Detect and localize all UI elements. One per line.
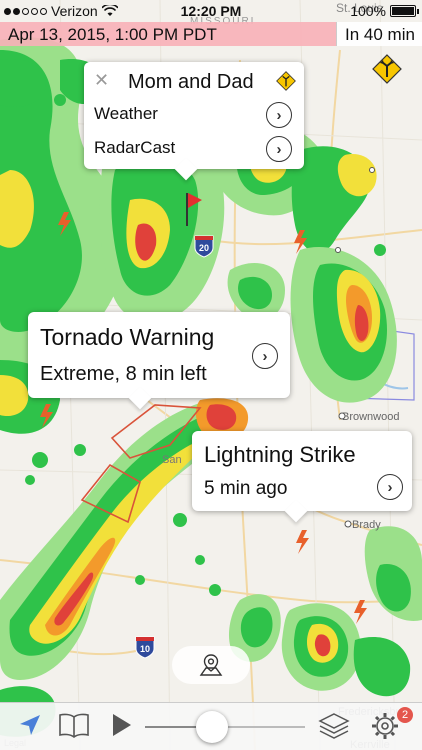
lightning-strike-subtitle: 5 min ago bbox=[204, 478, 288, 499]
location-arrow-icon[interactable] bbox=[16, 711, 44, 739]
status-bar: Verizon 12:20 PM 100% bbox=[0, 0, 422, 22]
map-label-brownwood: Brownwood bbox=[342, 411, 399, 423]
radarcast-link[interactable]: RadarCast bbox=[94, 138, 175, 158]
locate-button[interactable] bbox=[172, 646, 250, 684]
layers-icon[interactable] bbox=[318, 711, 350, 741]
play-icon[interactable] bbox=[110, 711, 134, 739]
shield-label-i10: 10 bbox=[140, 644, 150, 654]
lightning-strike-callout[interactable]: Lightning Strike 5 min ago › bbox=[192, 431, 412, 523]
map-label-san: San bbox=[162, 454, 182, 466]
location-callout[interactable]: ✕ Mom and Dad Weather › RadarCast › bbox=[84, 62, 304, 181]
gear-icon[interactable] bbox=[370, 711, 400, 741]
map-label-brady: Brady bbox=[352, 519, 381, 531]
chevron-right-icon[interactable]: › bbox=[266, 102, 292, 128]
close-icon[interactable]: ✕ bbox=[94, 70, 109, 91]
weather-link[interactable]: Weather bbox=[94, 104, 158, 124]
chevron-right-icon[interactable]: › bbox=[266, 136, 292, 162]
battery-percent: 100% bbox=[350, 3, 386, 19]
forecast-time-strip: Apr 13, 2015, 1:00 PM PDT In 40 min bbox=[0, 22, 422, 46]
highway-shield-i20: 20 bbox=[194, 235, 214, 258]
lightning-strike-title: Lightning Strike bbox=[204, 442, 356, 467]
book-icon[interactable] bbox=[58, 711, 90, 739]
forecast-relative-time: In 40 min bbox=[336, 22, 422, 46]
notification-badge: 2 bbox=[397, 707, 413, 723]
merge-road-sign-icon bbox=[276, 71, 296, 91]
battery-icon bbox=[390, 5, 419, 17]
tornado-warning-subtitle: Extreme, 8 min left bbox=[40, 363, 207, 385]
tornado-warning-callout[interactable]: Tornado Warning Extreme, 8 min left › bbox=[28, 312, 290, 410]
shield-label-i20: 20 bbox=[199, 243, 209, 253]
chevron-right-icon[interactable]: › bbox=[377, 474, 403, 500]
bottom-toolbar bbox=[0, 702, 422, 750]
location-title: Mom and Dad bbox=[128, 71, 254, 93]
map-pin-icon bbox=[199, 654, 223, 676]
forecast-datetime: Apr 13, 2015, 1:00 PM PDT bbox=[0, 22, 336, 46]
highway-shield-i10: 10 bbox=[135, 636, 155, 659]
timeline-slider-knob[interactable] bbox=[196, 711, 229, 743]
chevron-right-icon[interactable]: › bbox=[252, 343, 278, 369]
merge-road-sign-icon[interactable] bbox=[372, 54, 402, 84]
tornado-warning-title: Tornado Warning bbox=[40, 324, 215, 350]
